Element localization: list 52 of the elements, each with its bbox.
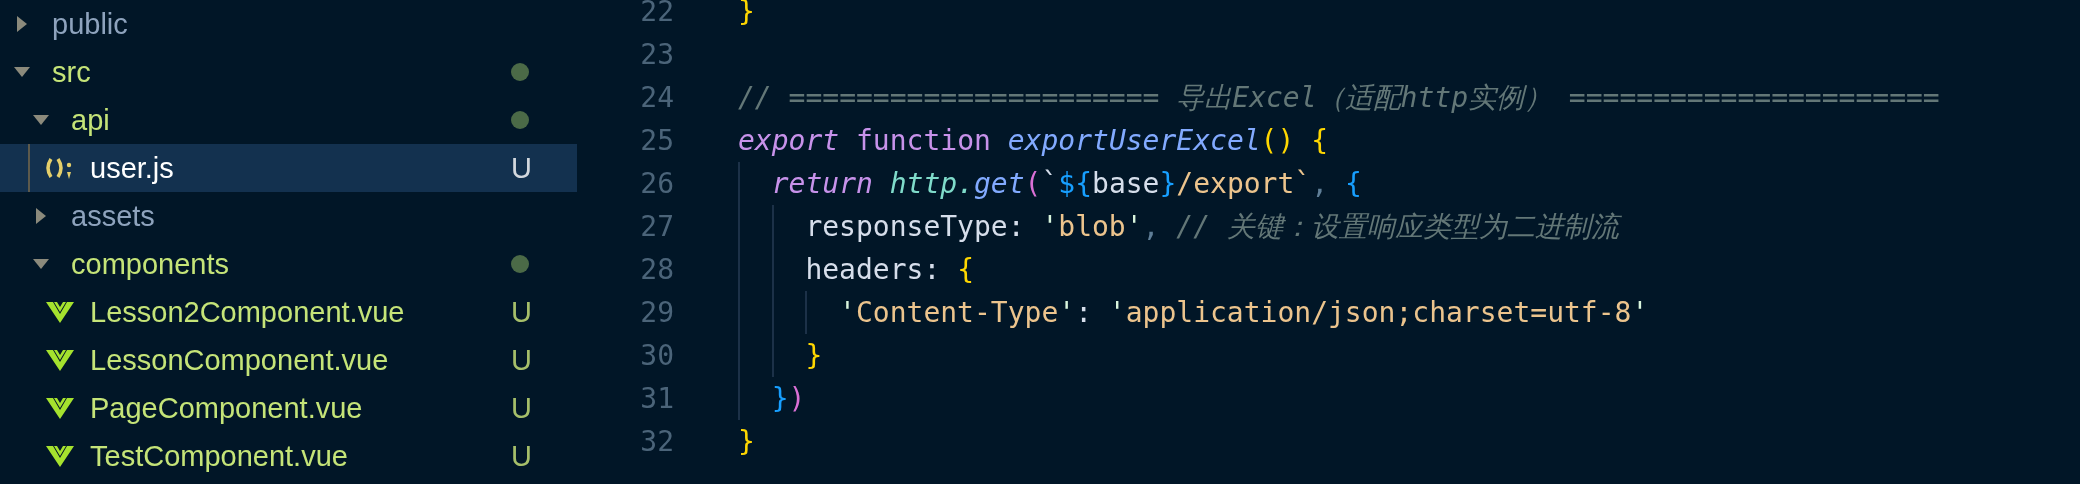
tree-item[interactable]: PageComponent.vue U — [0, 384, 577, 432]
code-line: }) — [771, 382, 806, 415]
tree-item[interactable]: assets — [0, 192, 577, 240]
file-name: src — [52, 55, 92, 89]
tree-item[interactable]: user.js U — [0, 144, 577, 192]
file-name: public — [52, 7, 129, 41]
code-line: 'Content-Type': 'application/json;charset=utf-8' — [839, 296, 1649, 329]
modified-dot-icon — [511, 63, 529, 81]
line-number: 25 — [639, 124, 674, 157]
tree-item[interactable]: TestComponent.vue U — [0, 432, 577, 480]
line-number: 29 — [639, 296, 674, 329]
code-line: } — [805, 339, 823, 372]
code-line: // ====================== 导出Excel（适配http实例） ====================== — [738, 79, 1940, 116]
line-number: 27 — [639, 210, 674, 243]
line-number: 30 — [639, 339, 674, 372]
tree-item[interactable]: src — [0, 48, 577, 96]
file-name: Lesson2Component.vue — [90, 295, 406, 329]
code-line: } — [738, 425, 755, 458]
file-name: PageComponent.vue — [90, 391, 364, 425]
git-status-letter: U — [511, 151, 533, 185]
line-number: 26 — [639, 167, 674, 200]
tree-item[interactable]: public — [0, 0, 577, 48]
line-number: 28 — [639, 253, 674, 286]
git-status-letter: U — [511, 391, 533, 425]
file-name: TestComponent.vue — [90, 439, 349, 473]
modified-dot-icon — [511, 255, 529, 273]
file-name: user.js — [90, 151, 175, 185]
tree-item[interactable]: Lesson2Component.vue U — [0, 288, 577, 336]
tree-item[interactable]: components — [0, 240, 577, 288]
code-line: export function exportUserExcel() { — [738, 124, 1329, 157]
vue-file-icon — [44, 348, 76, 372]
vue-file-icon — [44, 396, 76, 420]
line-number: 31 — [639, 382, 674, 415]
git-status-letter: U — [511, 343, 533, 377]
modified-dot-icon — [511, 111, 529, 129]
file-name: LessonComponent.vue — [90, 343, 390, 377]
vue-file-icon — [44, 300, 76, 324]
line-number: 32 — [639, 425, 674, 458]
git-status-letter: U — [511, 439, 533, 473]
code-line: headers: { — [805, 253, 974, 286]
file-name: assets — [71, 199, 156, 233]
line-number: 24 — [639, 81, 674, 114]
file-name: api — [71, 103, 111, 137]
line-number: 22 — [639, 0, 674, 28]
line-number: 23 — [639, 38, 674, 71]
code-line: } — [738, 0, 755, 28]
code-line: return http.get(`${base}/export`, { — [771, 167, 1362, 200]
tree-item[interactable]: LessonComponent.vue U — [0, 336, 577, 384]
file-name: components — [71, 247, 230, 281]
vue-file-icon — [44, 444, 76, 468]
git-status-letter: U — [511, 295, 533, 329]
tree-item[interactable]: api — [0, 96, 577, 144]
